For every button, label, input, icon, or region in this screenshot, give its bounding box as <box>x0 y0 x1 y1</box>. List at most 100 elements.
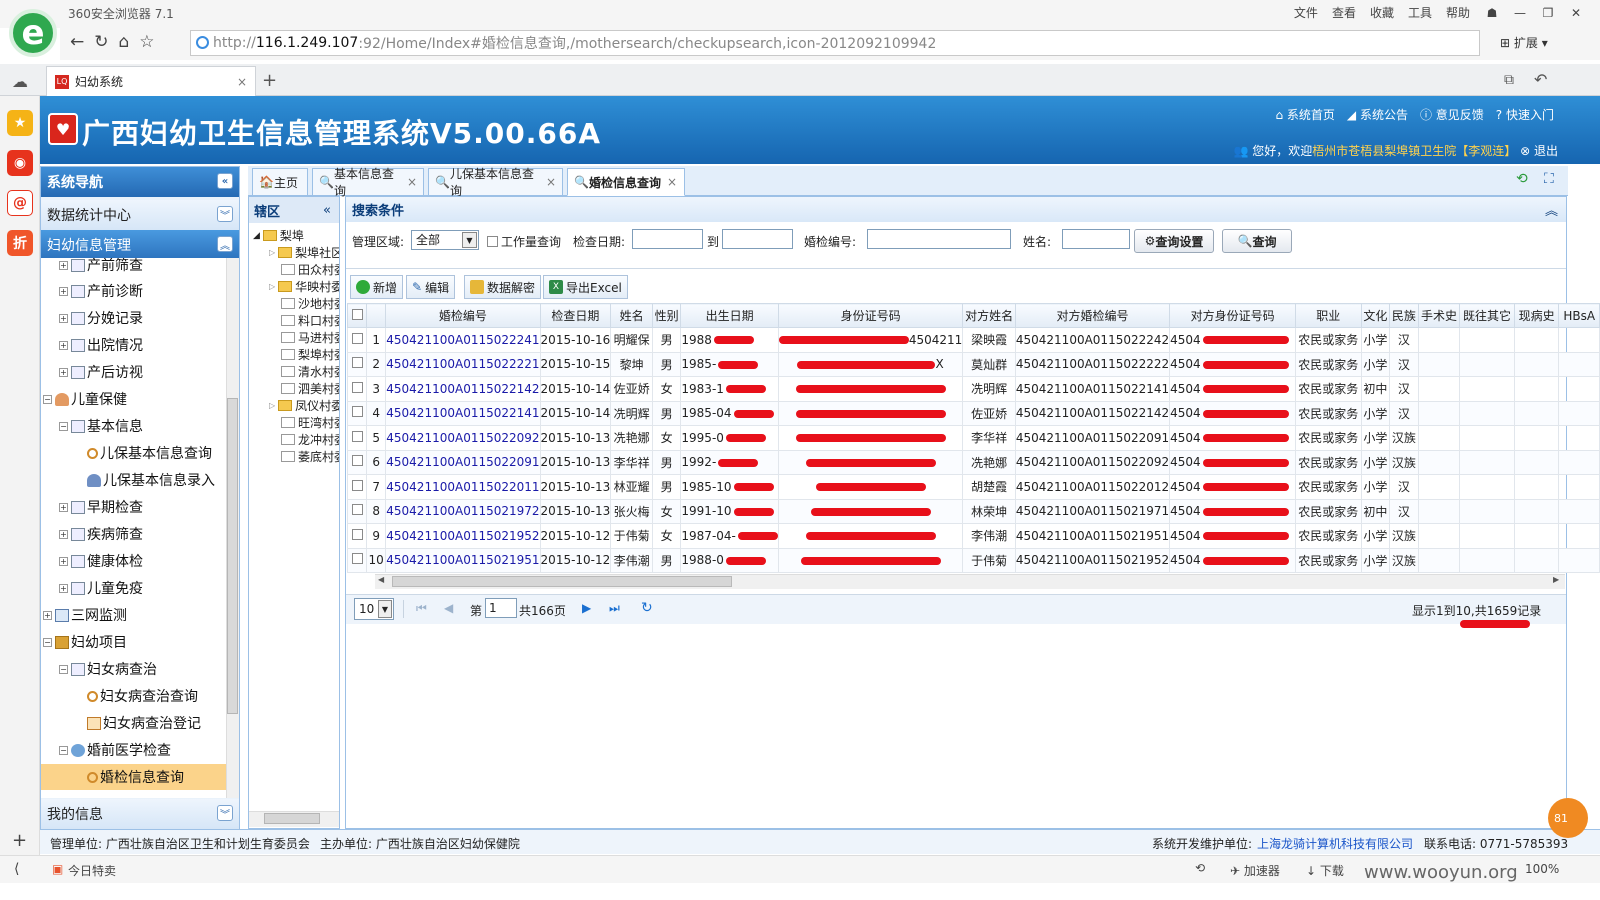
collapse-icon[interactable]: ◢ <box>253 231 260 241</box>
expand-icon[interactable]: + <box>59 313 68 323</box>
tree-early-check[interactable]: + 早期检查 <box>59 494 143 520</box>
menu-favorites[interactable]: 收藏 <box>1370 4 1394 21</box>
column-header[interactable]: 检查日期 <box>539 303 612 328</box>
tree-disease-screening[interactable]: + 疾病筛查 <box>59 521 143 547</box>
table-row[interactable]: 8 450421100A0115021972 2015-10-13 张火梅女 1991-… <box>346 498 1600 524</box>
address-bar[interactable]: http://116.1.249.107:92/Home/Index#婚检信息查… <box>190 30 1480 56</box>
expand-icon[interactable]: + <box>59 583 68 593</box>
close-tab-icon[interactable]: × <box>546 175 556 189</box>
code-input[interactable] <box>867 229 1011 249</box>
cloud-icon[interactable]: ☁ <box>12 72 28 91</box>
region-item[interactable]: 料口村委 <box>281 312 339 329</box>
cell-code[interactable]: 450421100A0115021951 <box>385 547 541 573</box>
chevron-down-icon[interactable]: ︾ <box>217 805 233 821</box>
extensions-button[interactable]: ⊞ 扩展 ▾ <box>1500 34 1548 51</box>
query-button[interactable]: 🔍 查询 <box>1222 229 1292 253</box>
undo-icon[interactable]: ↶ <box>1534 70 1547 89</box>
tree-delivery[interactable]: + 分娩记录 <box>59 305 143 331</box>
expand-icon[interactable]: + <box>59 367 68 377</box>
name-input[interactable] <box>1062 229 1130 249</box>
checkbox-icon[interactable] <box>351 528 363 540</box>
export-excel-button[interactable]: X 导出Excel <box>543 275 628 299</box>
download-button[interactable]: ↓ 下载 <box>1306 862 1344 879</box>
fullscreen-icon[interactable]: ⛶ <box>1544 171 1554 187</box>
tree-postpartum[interactable]: + 产后访视 <box>59 359 143 385</box>
menu-tools[interactable]: 工具 <box>1408 4 1432 21</box>
tree-discharge[interactable]: + 出院情况 <box>59 332 143 358</box>
chevron-down-icon[interactable]: ︾ <box>217 206 233 222</box>
star-icon[interactable]: ☆ <box>139 32 154 52</box>
collapse-search-icon[interactable]: ︽ <box>1545 200 1558 219</box>
collapse-nav-icon[interactable]: « <box>217 173 233 189</box>
nav-scroll-thumb[interactable] <box>227 398 238 714</box>
table-hscroll-thumb[interactable] <box>392 576 732 587</box>
checkbox-icon[interactable] <box>351 479 363 491</box>
cell-code[interactable]: 450421100A0115021972 <box>385 498 541 524</box>
chevron-down-icon[interactable]: ▼ <box>378 600 392 618</box>
expand-icon[interactable]: + <box>59 502 68 512</box>
column-header[interactable]: 身份证号码 <box>777 303 964 328</box>
table-row[interactable]: 10 450421100A0115021951 2015-10-12 李伟潮男 1988… <box>346 547 1600 573</box>
nav-my-info[interactable]: 我的信息 ︾ <box>41 799 239 829</box>
floating-badge[interactable]: 81 <box>1548 798 1588 838</box>
cell-code[interactable]: 450421100A0115021952 <box>385 523 541 549</box>
column-header[interactable]: 性别 <box>651 303 682 328</box>
tree-child-info-entry[interactable]: 儿保基本信息录入 <box>87 467 215 493</box>
column-header[interactable]: 职业 <box>1295 303 1362 328</box>
accelerator-button[interactable]: ✈ 加速器 <box>1230 862 1280 879</box>
tab-home[interactable]: 🏠 主页 <box>252 168 308 196</box>
table-row[interactable]: 7 450421100A0115022011 2015-10-13 林亚耀男 1985-… <box>346 474 1600 500</box>
tree-child-care[interactable]: − 儿童保健 <box>43 386 127 412</box>
column-header[interactable]: 对方身份证号码 <box>1169 303 1297 328</box>
column-header[interactable]: 现病史 <box>1513 303 1560 328</box>
cell-code[interactable]: 450421100A0115022241 <box>385 327 541 353</box>
tab-basic-info-query[interactable]: 🔍 基本信息查询 × <box>312 167 424 198</box>
table-row[interactable]: 3 450421100A0115022142 2015-10-14 佐亚娇女 1983-… <box>346 376 1600 402</box>
region-item[interactable]: 龙冲村委 <box>281 431 339 448</box>
skin-icon[interactable]: ☗ <box>1478 2 1506 24</box>
nav-stats[interactable]: 数据统计中心 ︾ <box>41 200 239 230</box>
tab-child-info-query[interactable]: 🔍 儿保基本信息查询 × <box>428 167 563 198</box>
speed-icon[interactable]: ⟲ <box>1195 861 1205 875</box>
column-header[interactable]: 既往其它 <box>1459 303 1515 328</box>
weibo-icon[interactable]: ◉ <box>7 150 33 176</box>
workload-checkbox[interactable]: 工作量查询 <box>487 233 561 250</box>
region-item[interactable]: 清水村委 <box>281 363 339 380</box>
date-to-input[interactable] <box>722 229 793 249</box>
menu-view[interactable]: 查看 <box>1332 4 1356 21</box>
refresh-icon[interactable]: ↻ <box>94 32 108 52</box>
row-checkbox[interactable] <box>346 498 368 524</box>
edit-button[interactable]: ✎ 编辑 <box>406 275 456 299</box>
page-size-select[interactable]: 10 ▼ <box>354 598 394 620</box>
checkbox-icon[interactable] <box>351 357 363 369</box>
cell-code[interactable]: 450421100A0115022011 <box>385 474 541 500</box>
expand-icon[interactable]: ▷ <box>269 282 275 291</box>
close-tab-icon[interactable]: × <box>237 75 247 89</box>
minimize-icon[interactable]: — <box>1506 2 1534 24</box>
maximize-icon[interactable]: ❐ <box>1534 2 1562 24</box>
checkbox-icon[interactable] <box>351 553 363 565</box>
row-checkbox[interactable] <box>346 327 368 353</box>
region-item[interactable]: 旺湾村委 <box>281 414 339 431</box>
feedback-link[interactable]: ⓘ 意见反馈 <box>1420 106 1484 123</box>
tree-prenatal-diagnosis[interactable]: + 产前诊断 <box>59 278 143 304</box>
region-item[interactable]: ▷ 华映村委 <box>269 278 339 295</box>
close-tab-icon[interactable]: × <box>667 175 677 189</box>
column-header[interactable]: 出生日期 <box>680 303 779 328</box>
add-sidebar-icon[interactable]: + <box>12 830 27 851</box>
row-checkbox[interactable] <box>346 449 368 475</box>
tree-mch-projects[interactable]: − 妇幼项目 <box>43 629 127 655</box>
column-header[interactable]: 民族 <box>1389 303 1419 328</box>
cell-code[interactable]: 450421100A0115022092 <box>385 425 541 451</box>
select-all-header[interactable] <box>346 303 368 328</box>
deal-link[interactable]: 今日特卖 <box>68 862 116 879</box>
page-input[interactable]: 1 <box>485 598 517 618</box>
add-button[interactable]: 新增 <box>350 275 404 299</box>
new-tab-icon[interactable]: + <box>262 70 277 91</box>
column-header[interactable]: 手术史 <box>1417 303 1461 328</box>
last-page-icon[interactable]: ⏭ <box>609 601 620 616</box>
expand-icon[interactable]: + <box>43 610 52 620</box>
checkbox-icon[interactable] <box>351 332 363 344</box>
footer-dev-link[interactable]: 上海龙骑计算机科技有限公司 <box>1257 835 1413 852</box>
region-root[interactable]: ◢ 梨埠 <box>253 227 304 244</box>
